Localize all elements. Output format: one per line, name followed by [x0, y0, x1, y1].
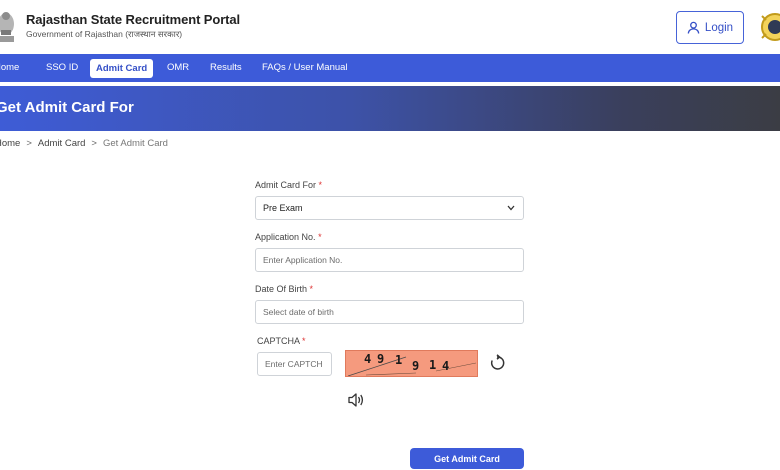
nav-item-sso-id[interactable]: SSO ID: [46, 54, 78, 82]
user-icon: [687, 21, 700, 34]
nav-item-omr[interactable]: OMR: [167, 54, 189, 82]
nav-item-admit-card[interactable]: Admit Card: [90, 59, 154, 78]
captcha-char: 1: [429, 358, 437, 372]
admit-card-for-label-text: Admit Card For: [255, 180, 317, 190]
captcha-char: 4: [364, 352, 372, 366]
breadcrumb-separator: >: [91, 138, 97, 149]
nav-item-faqs[interactable]: FAQs / User Manual: [262, 54, 348, 82]
required-marker: *: [318, 232, 322, 242]
required-marker: *: [302, 336, 306, 346]
chevron-down-icon: [507, 205, 515, 211]
dob-label-text: Date Of Birth: [255, 284, 308, 294]
emblem-icon: [0, 12, 14, 42]
captcha-input[interactable]: [258, 353, 331, 375]
page-title: Get Admit Card For: [0, 99, 134, 116]
required-marker: *: [318, 180, 323, 190]
login-button[interactable]: Login: [676, 11, 744, 44]
admit-card-for-label: Admit Card For *: [255, 180, 322, 190]
logo-icon: [761, 13, 780, 41]
application-no-label-text: Application No.: [255, 232, 316, 242]
nav-item-results[interactable]: Results: [210, 54, 242, 82]
dob-field[interactable]: [255, 300, 524, 324]
required-marker: *: [309, 284, 314, 294]
admit-card-for-select[interactable]: Pre Exam: [255, 196, 524, 220]
main-nav: Home SSO ID Admit Card OMR Results FAQs …: [0, 54, 780, 82]
page-banner: Get Admit Card For: [0, 86, 780, 131]
breadcrumb-current: Get Admit Card: [102, 138, 168, 149]
breadcrumb: Home > Admit Card > Get Admit Card: [0, 138, 168, 149]
header: Rajasthan State Recruitment Portal Gover…: [0, 0, 780, 54]
dob-input[interactable]: [256, 301, 523, 323]
captcha-char: 9: [377, 352, 385, 366]
captcha-label: CAPTCHA *: [257, 336, 306, 346]
breadcrumb-admit-card[interactable]: Admit Card: [38, 138, 86, 149]
captcha-image: 4 9 1 9 1 4: [345, 350, 478, 377]
application-no-label: Application No. *: [255, 232, 322, 242]
login-label: Login: [704, 21, 734, 34]
breadcrumb-separator: >: [26, 138, 32, 149]
breadcrumb-home[interactable]: Home: [0, 138, 20, 149]
captcha-char: 9: [412, 359, 420, 373]
captcha-field[interactable]: [257, 352, 332, 376]
application-no-field[interactable]: [255, 248, 524, 272]
speaker-icon[interactable]: [347, 392, 365, 408]
nav-item-home[interactable]: Home: [0, 54, 19, 82]
portal-title: Rajasthan State Recruitment Portal: [26, 12, 241, 27]
portal-subtitle: Government of Rajasthan (राजस्थान सरकार): [26, 29, 183, 39]
captcha-char: 4: [442, 359, 450, 373]
application-no-input[interactable]: [256, 249, 523, 271]
captcha-char: 1: [395, 353, 403, 367]
refresh-icon[interactable]: [488, 354, 506, 372]
get-admit-card-button[interactable]: Get Admit Card: [410, 448, 524, 469]
admit-card-for-value: Pre Exam: [263, 203, 303, 213]
captcha-label-text: CAPTCHA: [257, 336, 300, 346]
dob-label: Date Of Birth *: [255, 284, 313, 294]
